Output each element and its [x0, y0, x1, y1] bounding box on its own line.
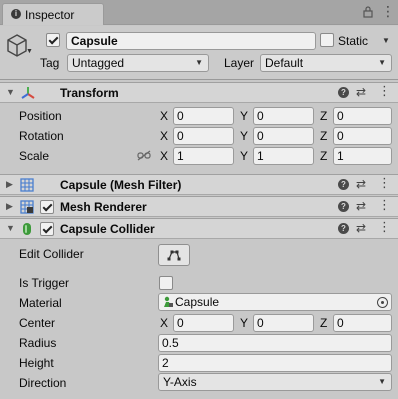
- component-menu-icon[interactable]: ⋮: [378, 198, 391, 212]
- is-trigger-checkbox[interactable]: [159, 276, 173, 290]
- rotation-x-field[interactable]: 0: [173, 127, 234, 145]
- static-dropdown-arrow-icon[interactable]: ▼: [382, 36, 390, 45]
- transform-header[interactable]: ▼ Transform ? ⇄ ⋮: [0, 82, 398, 103]
- mesh-filter-icon: [20, 178, 34, 192]
- icon-dropdown-arrow-icon[interactable]: ▼: [26, 48, 33, 55]
- edit-collider-icon: [167, 250, 181, 261]
- direction-label: Direction: [19, 376, 67, 390]
- center-y-field[interactable]: 0: [253, 314, 314, 332]
- window-menu-icon[interactable]: ⋮: [381, 4, 395, 18]
- tab-bar: i Inspector ⋮: [0, 0, 398, 25]
- rotation-y-field[interactable]: 0: [253, 127, 314, 145]
- preset-icon[interactable]: ⇄: [356, 178, 366, 191]
- height-label: Height: [19, 356, 54, 370]
- capsule-collider-title: Capsule Collider: [60, 222, 155, 236]
- chevron-down-icon: ▼: [195, 58, 203, 67]
- gameobject-header: ▼ Capsule Static ▼ Tag Untagged ▼ Layer …: [0, 26, 398, 80]
- mesh-filter-title: Capsule (Mesh Filter): [60, 178, 182, 192]
- mesh-renderer-header[interactable]: ▶ Mesh Renderer ? ⇄ ⋮: [0, 196, 398, 217]
- mesh-renderer-enabled-checkbox[interactable]: [40, 200, 54, 214]
- layer-value: Default: [265, 56, 304, 70]
- rotation-y-label: Y: [240, 129, 249, 143]
- direction-value: Y-Axis: [163, 375, 197, 389]
- component-menu-icon[interactable]: ⋮: [378, 176, 391, 190]
- lock-icon[interactable]: [363, 6, 373, 18]
- scale-y-label: Y: [240, 149, 249, 163]
- capsule-collider-icon: [23, 223, 31, 235]
- material-object-field[interactable]: Capsule: [158, 293, 392, 311]
- component-menu-icon[interactable]: ⋮: [378, 220, 391, 234]
- gameobject-active-checkbox[interactable]: [46, 33, 60, 47]
- scale-label: Scale: [19, 149, 50, 163]
- help-icon[interactable]: ?: [338, 179, 349, 190]
- tab-inspector-label: Inspector: [25, 8, 75, 22]
- position-label: Position: [19, 109, 62, 123]
- static-label: Static: [338, 34, 369, 48]
- position-z-field[interactable]: 0: [333, 107, 392, 125]
- position-z-label: Z: [320, 109, 328, 123]
- foldout-collapsed-icon[interactable]: ▶: [6, 201, 13, 212]
- rotation-z-label: Z: [320, 129, 328, 143]
- gameobject-cube-icon[interactable]: [6, 34, 28, 58]
- chevron-down-icon: ▼: [378, 58, 386, 67]
- position-y-label: Y: [240, 109, 249, 123]
- direction-dropdown[interactable]: Y-Axis ▼: [158, 373, 392, 391]
- radius-field[interactable]: 0.5: [158, 334, 392, 352]
- scale-y-field[interactable]: 1: [253, 147, 314, 165]
- scale-x-label: X: [160, 149, 169, 163]
- material-label: Material: [19, 296, 62, 310]
- center-y-label: Y: [240, 316, 249, 330]
- position-x-label: X: [160, 109, 169, 123]
- mesh-renderer-title: Mesh Renderer: [60, 200, 147, 214]
- help-icon[interactable]: ?: [338, 223, 349, 234]
- help-icon[interactable]: ?: [338, 87, 349, 98]
- height-field[interactable]: 2: [158, 354, 392, 372]
- help-icon[interactable]: ?: [338, 201, 349, 212]
- component-menu-icon[interactable]: ⋮: [378, 84, 391, 98]
- transform-title: Transform: [60, 86, 119, 100]
- center-z-label: Z: [320, 316, 328, 330]
- edit-collider-button[interactable]: [158, 244, 190, 266]
- foldout-collapsed-icon[interactable]: ▶: [6, 179, 13, 190]
- object-picker-icon[interactable]: [377, 297, 388, 308]
- rotation-z-field[interactable]: 0: [333, 127, 392, 145]
- center-x-label: X: [160, 316, 169, 330]
- mesh-filter-header[interactable]: ▶ Capsule (Mesh Filter) ? ⇄ ⋮: [0, 174, 398, 195]
- is-trigger-label: Is Trigger: [19, 276, 70, 290]
- static-checkbox[interactable]: [320, 33, 334, 47]
- preset-icon[interactable]: ⇄: [356, 222, 366, 235]
- info-icon: i: [11, 9, 21, 19]
- foldout-expanded-icon[interactable]: ▼: [6, 223, 15, 233]
- rotation-x-label: X: [160, 129, 169, 143]
- edit-collider-label: Edit Collider: [19, 247, 84, 261]
- tag-label: Tag: [40, 56, 60, 70]
- constrain-proportions-icon[interactable]: [137, 150, 151, 161]
- center-x-field[interactable]: 0: [173, 314, 234, 332]
- tab-inspector[interactable]: i Inspector: [2, 3, 104, 25]
- layer-dropdown[interactable]: Default ▼: [260, 54, 392, 72]
- tag-dropdown[interactable]: Untagged ▼: [67, 54, 209, 72]
- scale-x-field[interactable]: 1: [173, 147, 234, 165]
- rotation-label: Rotation: [19, 129, 64, 143]
- preset-icon[interactable]: ⇄: [356, 86, 366, 99]
- preset-icon[interactable]: ⇄: [356, 200, 366, 213]
- scale-z-field[interactable]: 1: [333, 147, 392, 165]
- layer-label: Layer: [224, 56, 255, 70]
- mesh-renderer-icon: [20, 200, 34, 214]
- center-z-field[interactable]: 0: [333, 314, 392, 332]
- chevron-down-icon: ▼: [378, 377, 386, 386]
- transform-axes-icon: [21, 87, 35, 99]
- center-label: Center: [19, 316, 56, 330]
- capsule-collider-enabled-checkbox[interactable]: [40, 222, 54, 236]
- position-y-field[interactable]: 0: [253, 107, 314, 125]
- capsule-collider-header[interactable]: ▼ Capsule Collider ? ⇄ ⋮: [0, 218, 398, 239]
- material-value: Capsule: [175, 295, 220, 309]
- tag-value: Untagged: [72, 56, 125, 70]
- radius-label: Radius: [19, 336, 57, 350]
- scale-z-label: Z: [320, 149, 328, 163]
- physic-material-icon: [164, 296, 173, 307]
- position-x-field[interactable]: 0: [173, 107, 234, 125]
- gameobject-name-input[interactable]: Capsule: [66, 32, 316, 50]
- foldout-expanded-icon[interactable]: ▼: [6, 87, 15, 97]
